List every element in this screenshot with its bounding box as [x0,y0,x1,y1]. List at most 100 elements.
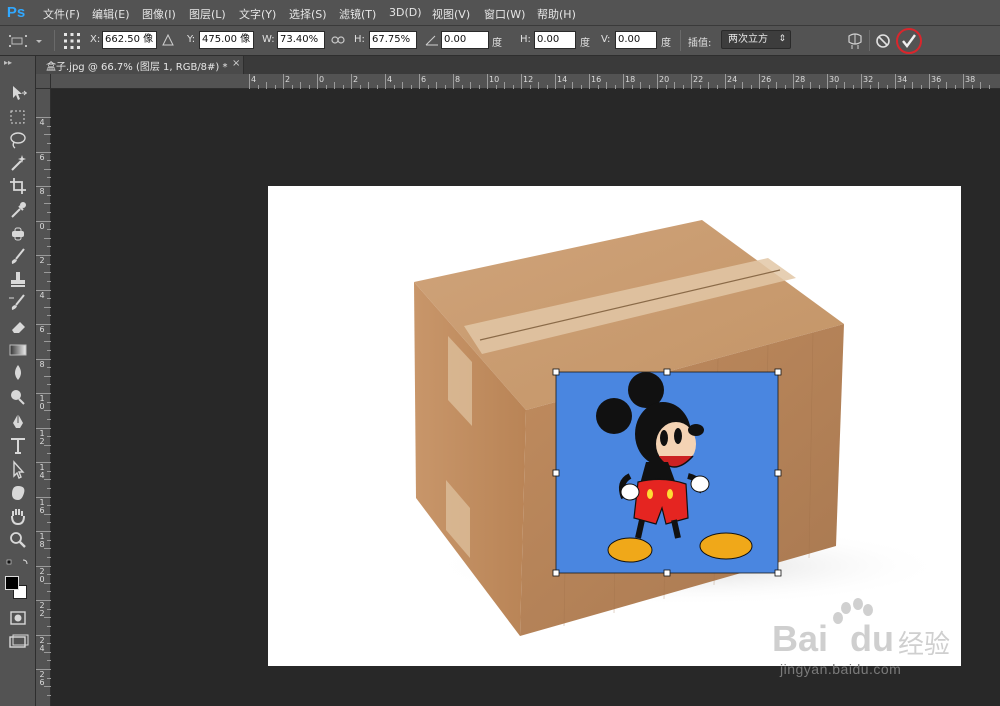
cancel-icon[interactable] [874,32,892,53]
ruler-minor-tick [504,82,505,89]
link-icon[interactable] [331,35,345,48]
quick-mask-icon[interactable] [6,608,30,628]
type-tool-icon[interactable] [6,436,30,456]
transform-preset-icon[interactable] [6,32,46,53]
select-arrows-icon: ⇕ [778,34,786,44]
menu-image[interactable]: 图像(I) [142,6,176,22]
ruler-minor-tick [436,82,437,89]
rotation-field[interactable]: 0.00 [441,31,489,49]
ruler-minor-tick [470,82,471,89]
ruler-minor-tick [946,82,947,89]
ruler-minor-tick [538,82,539,89]
y-position-field[interactable]: 475.00 像 [199,31,254,49]
menu-select[interactable]: 选择(S) [289,6,327,22]
move-tool-icon[interactable] [6,83,30,103]
zoom-tool-icon[interactable] [6,530,30,550]
w-label: W: [262,34,275,45]
h-label: H: [354,34,365,45]
blur-tool-icon[interactable] [6,363,30,383]
transform-handle-ml [552,469,560,477]
marquee-tool-icon[interactable] [6,107,30,127]
document-tab[interactable]: 盒子.jpg @ 66.7% (图层 1, RGB/8#) * × [36,56,244,74]
placed-layer-image[interactable] [552,368,782,577]
horizontal-skew-field[interactable]: 0.00 [534,31,576,49]
lasso-tool-icon[interactable] [6,130,30,150]
ruler-minor-tick [44,410,51,412]
interpolation-select[interactable]: 两次立方 ⇕ [721,30,791,49]
ruler-label: 28 [795,75,806,84]
gradient-tool-icon[interactable] [6,340,30,360]
ruler-minor-tick [44,617,51,619]
ruler-label: 2 6 [39,670,45,687]
path-selection-tool-icon[interactable] [6,460,30,480]
box-photo [414,220,948,636]
ruler-tick [827,74,828,89]
menu-bar: Ps 文件(F) 编辑(E) 图像(I) 图层(L) 文字(Y) 选择(S) 滤… [0,0,1000,26]
healing-brush-tool-icon[interactable] [6,224,30,244]
eraser-tool-icon[interactable] [6,316,30,336]
menu-view[interactable]: 视图(V) [432,6,470,22]
menu-layer[interactable]: 图层(L) [189,6,226,22]
ruler-minor-tick [776,82,777,89]
menu-edit[interactable]: 编辑(E) [92,6,130,22]
shape-tool-icon[interactable] [6,483,30,503]
ruler-origin[interactable] [36,74,51,89]
ruler-label: 1 0 [39,394,45,411]
panel-collapse-icon[interactable]: ▸▸ [4,58,12,67]
magic-wand-tool-icon[interactable] [6,153,30,173]
clone-stamp-tool-icon[interactable] [6,270,30,290]
menu-window[interactable]: 窗口(W) [484,6,525,22]
vertical-skew-field[interactable]: 0.00 [615,31,657,49]
commit-check-icon[interactable] [895,27,923,58]
rotation-unit: 度 [492,38,502,49]
watermark-url: jingyan.baidu.com [780,661,902,677]
ruler-label: 0 [39,221,45,231]
dodge-tool-icon[interactable] [6,387,30,407]
height-field[interactable]: 67.75% [369,31,417,49]
pen-tool-icon[interactable] [6,412,30,432]
close-tab-icon[interactable]: × [232,58,240,69]
watermark-cn: 经验 [898,630,951,660]
horizontal-ruler[interactable]: 4 2 0 2 4 6 8 10 12 14 16 18 20 22 24 26 28 30 32 34 36 38 [36,74,1000,89]
ruler-label: 1 6 [39,497,45,515]
vskew-unit: 度 [661,38,671,49]
ruler-label: 6 [421,75,427,84]
menu-help[interactable]: 帮助(H) [537,6,576,22]
screen-mode-icon[interactable] [6,632,30,652]
angle-icon [425,34,439,49]
menu-file[interactable]: 文件(F) [43,6,80,22]
ruler-minor-tick [742,82,743,89]
ruler-minor-tick [44,548,51,550]
vertical-ruler[interactable]: 4 6 8 0 2 4 6 8 1 0 1 2 1 4 1 6 1 8 2 0 2 2 2 4 2 6 [36,89,51,706]
hand-tool-icon[interactable] [6,506,30,526]
default-colors-icon[interactable] [6,558,30,568]
ruler-label: 36 [931,75,942,84]
ruler-minor-tick [810,82,811,89]
ruler-minor-tick [44,513,51,515]
x-position-field[interactable]: 662.50 像 [102,31,157,49]
transform-handle-tr [774,368,782,376]
width-field[interactable]: 73.40% [277,31,325,49]
hskew-label: H: [520,34,531,45]
menu-filter[interactable]: 滤镜(T) [339,6,376,22]
ruler-minor-tick [266,82,267,89]
brush-tool-icon[interactable] [6,247,30,267]
ruler-minor-tick [44,306,51,308]
ruler-minor-tick [44,686,51,688]
menu-3d[interactable]: 3D(D) [389,6,422,19]
menu-type[interactable]: 文字(Y) [239,6,276,22]
ruler-label: 10 [489,75,500,84]
eyedropper-tool-icon[interactable] [6,200,30,220]
reference-point-icon[interactable] [62,31,82,54]
warp-mode-icon[interactable] [845,31,865,54]
history-brush-tool-icon[interactable] [6,293,30,313]
crop-tool-icon[interactable] [6,176,30,196]
document-canvas[interactable] [268,186,961,666]
delta-icon[interactable] [162,33,174,49]
separator [680,30,681,51]
ruler-label: 2 [285,75,291,84]
ruler-label: 2 2 [39,601,45,618]
ruler-minor-tick [44,479,51,481]
ruler-tick [895,74,896,89]
ruler-label: 12 [523,75,534,84]
